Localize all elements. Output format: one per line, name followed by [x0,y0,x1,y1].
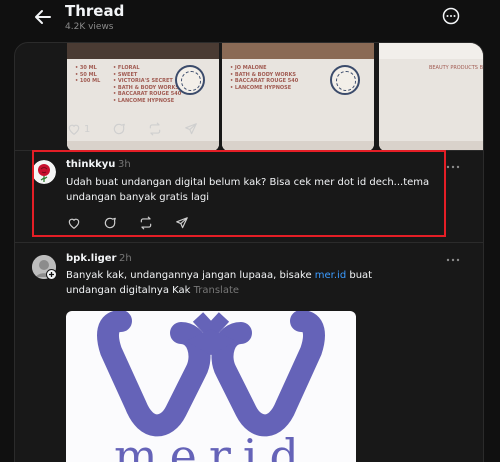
comment-text-part: Banyak kak, undangannya jangan lupaaa, b… [66,270,315,281]
follow-plus-icon[interactable] [46,269,57,280]
divider [15,242,483,243]
brand-wordmark: merid [114,429,311,462]
thread-header: Thread 4.2K views [0,0,500,42]
view-count: 4.2K views [65,22,114,32]
special-edition-seal [175,65,205,95]
like-count: 1 [84,123,91,135]
back-arrow-icon[interactable] [32,6,54,28]
comment-image[interactable]: merid [66,311,356,462]
translate-link[interactable]: Translate [194,285,239,296]
card-text: • 30 ML • 50 ML • 100 ML [75,65,101,84]
heart-icon [68,124,80,135]
highlight-box [32,150,446,237]
comment-icon [114,123,126,135]
thread-panel: • 30 ML • 50 ML • 100 ML • FLORAL • SWEE… [14,42,484,462]
post-actions: 1 [67,122,220,136]
comment-text: Banyak kak, undangannya jangan lupaaa, b… [66,268,411,298]
more-options-icon[interactable] [446,257,460,263]
repost-icon [150,122,161,136]
comment-time: 2h [119,253,132,264]
card-photo [222,43,374,59]
card-text: • JO MALONE • BATH & BODY WORKS • BACCAR… [230,65,299,91]
send-icon [185,123,198,135]
card-photo [379,43,483,59]
card-text: BEAUTY PRODUCTS B [428,65,483,71]
special-edition-seal [330,65,360,95]
media-card[interactable]: • JO MALONE • BATH & BODY WORKS • BACCAR… [222,43,374,151]
repost-button[interactable] [148,122,162,136]
like-button[interactable]: 1 [67,122,90,136]
card-photo [67,43,219,59]
card-text: • FLORAL • SWEET • VICTORIA'S SECRET • B… [113,65,182,104]
media-card[interactable]: BEAUTY PRODUCTS B [379,43,483,151]
page-title: Thread [65,2,125,20]
merid-link[interactable]: mer.id [315,270,346,281]
more-options-icon[interactable] [442,7,460,25]
comment-button[interactable] [112,122,126,136]
more-options-icon[interactable] [446,164,460,170]
comment-username[interactable]: bpk.liger [66,253,117,264]
share-button[interactable] [184,122,198,136]
